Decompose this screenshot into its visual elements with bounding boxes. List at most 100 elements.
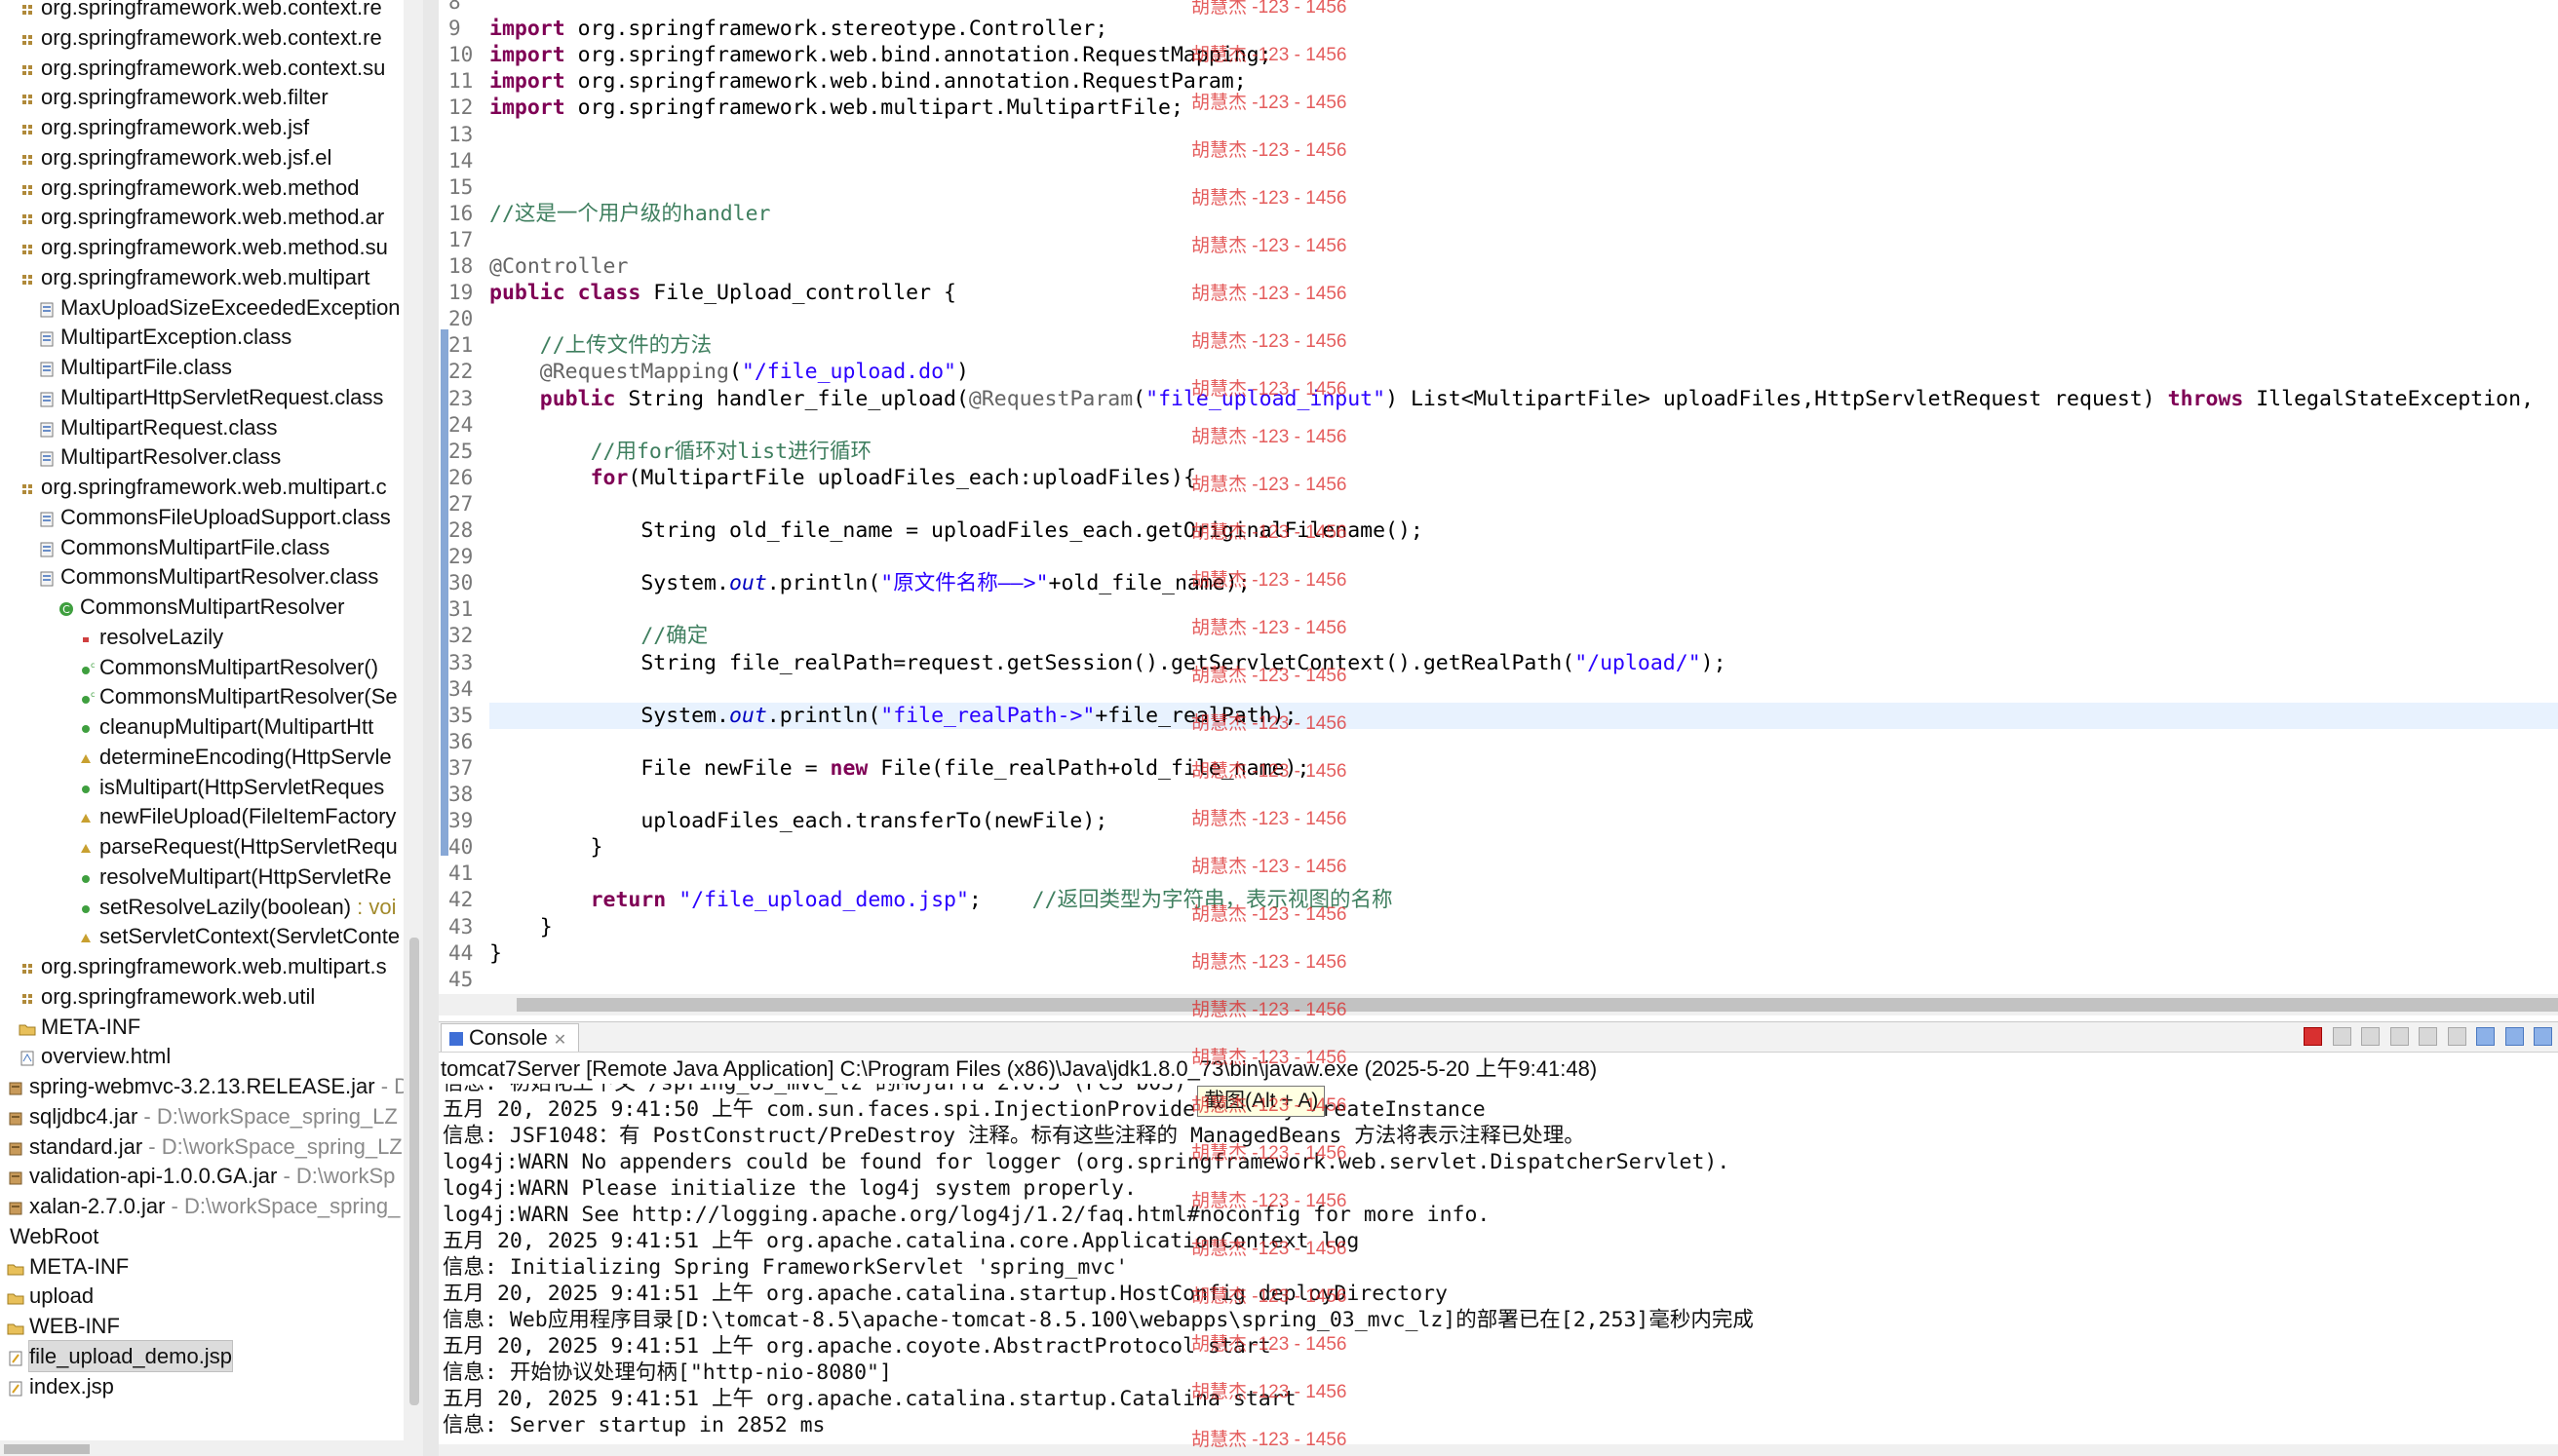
remove-all-terminated-icon[interactable] — [2361, 1027, 2381, 1046]
console-tab-label: Console — [469, 1025, 548, 1050]
tree-item-label: cleanupMultipart(MultipartHtt — [99, 711, 373, 742]
code-line[interactable]: import org.springframework.web.multipart… — [489, 95, 1183, 121]
package-icon — [18, 27, 37, 47]
tree-item-text: CommonsMultipartResolver — [80, 594, 345, 619]
code-token: File newFile = — [489, 755, 831, 781]
code-line[interactable]: //用for循环对list进行循环 — [489, 439, 872, 465]
code-line[interactable]: @RequestMapping("/file_upload.do") — [489, 359, 969, 385]
code-token: .println( — [766, 703, 881, 728]
tree-item-text: org.springframework.web.method — [41, 174, 360, 200]
console-line: 五月 20, 2025 9:41:51 上午 org.apache.catali… — [443, 1282, 1448, 1306]
tree-item-label: MultipartHttpServletRequest.class — [60, 382, 383, 412]
code-line[interactable]: return "/file_upload_demo.jsp"; //返回类型为字… — [489, 887, 1393, 913]
explorer-vertical-scroll-thumb[interactable] — [409, 938, 419, 1405]
code-token: import — [489, 17, 578, 42]
jar-file-icon — [6, 1106, 25, 1126]
code-line[interactable]: String file_realPath=request.getSession(… — [489, 650, 1725, 676]
code-token: "file_realPath->" — [880, 703, 1096, 728]
tree-item-label: org.springframework.web.context.su — [41, 53, 385, 83]
public-method-icon — [76, 866, 96, 886]
code-line[interactable]: System.out.println("原文件名称——>"+old_file_n… — [489, 570, 1250, 596]
code-line[interactable]: File newFile = new File(file_realPath+ol… — [489, 755, 1309, 782]
code-line[interactable]: } — [489, 914, 553, 940]
code-line[interactable]: } — [489, 834, 603, 861]
tree-item-text: MultipartFile.class — [60, 355, 233, 379]
java-editor[interactable]: 8 9 import org.springframework.stereotype.… — [439, 0, 2558, 994]
tree-item-label: META-INF — [29, 1251, 129, 1282]
tree-item-text: META-INF — [29, 1253, 130, 1279]
remove-launch-icon[interactable] — [2332, 1027, 2351, 1046]
pin-console-icon[interactable] — [2476, 1027, 2496, 1046]
code-line[interactable]: import org.springframework.stereotype.Co… — [489, 16, 1107, 42]
code-token: org.springframework.web.bind.annotation.… — [577, 43, 1272, 68]
code-line[interactable]: //这是一个用户级的handler — [489, 201, 771, 227]
code-token: //这是一个用户级的handler — [489, 201, 771, 226]
svg-text:C: C — [62, 603, 70, 616]
code-line[interactable]: @Controller — [489, 253, 628, 280]
code-line[interactable]: } — [489, 940, 502, 967]
code-token: import — [489, 43, 578, 68]
jar-file-icon — [6, 1196, 25, 1215]
tree-item-label: org.springframework.web.multipart — [41, 262, 369, 292]
terminate-icon[interactable] — [2304, 1027, 2323, 1046]
word-wrap-icon[interactable] — [2447, 1027, 2466, 1046]
tab-console[interactable]: Console ✕ — [441, 1023, 580, 1052]
tree-item-label: setServletContext(ServletConte — [99, 921, 400, 951]
code-line[interactable]: String old_file_name = uploadFiles_each.… — [489, 517, 1423, 544]
tree-item-label: CommonsMultipartFile.class — [60, 532, 329, 562]
package-icon — [18, 177, 37, 197]
line-number: 38 — [448, 783, 474, 806]
code-line[interactable]: uploadFiles_each.transferTo(newFile); — [489, 808, 1107, 834]
package-icon — [18, 117, 37, 136]
editor-horizontal-scroll-thumb[interactable] — [517, 998, 2558, 1012]
explorer-horizontal-scroll-thumb[interactable] — [4, 1444, 90, 1454]
tree-item-text: org.springframework.web.context.re — [41, 0, 382, 19]
tree-item-label: WEB-INF — [29, 1311, 120, 1341]
code-token: out — [728, 571, 767, 596]
code-line[interactable]: import org.springframework.web.bind.anno… — [489, 42, 1272, 68]
clear-console-icon[interactable] — [2389, 1027, 2409, 1046]
console-output[interactable]: 信息: 初始化上下文 /spring_03_mvc_lz 的Mojarra 2.… — [441, 1084, 2558, 1444]
close-icon[interactable]: ✕ — [554, 1032, 566, 1049]
tree-item-label: META-INF — [41, 1012, 140, 1042]
console-horizontal-scrollbar[interactable] — [439, 1444, 2558, 1456]
tree-item-text: newFileUpload(FileItemFactory — [99, 804, 397, 829]
jsp-file-icon — [6, 1376, 25, 1396]
tree-item-text: org.springframework.web.multipart.s — [41, 954, 387, 978]
package-icon — [18, 207, 37, 226]
scroll-lock-icon[interactable] — [2419, 1027, 2438, 1046]
code-token: ) — [955, 360, 969, 385]
code-line-current[interactable]: System.out.println("file_realPath->"+fil… — [489, 702, 2558, 729]
code-token: org.springframework.stereotype.Controlle… — [577, 17, 1108, 42]
code-line[interactable]: for(MultipartFile uploadFiles_each:uploa… — [489, 465, 1196, 491]
package-icon — [18, 237, 37, 256]
code-line[interactable]: public class File_Upload_controller { — [489, 280, 956, 306]
view-divider-sash[interactable] — [423, 0, 439, 1456]
line-number: 32 — [448, 624, 474, 648]
code-token: ; — [968, 888, 1032, 913]
protected-method-icon — [76, 806, 96, 825]
code-line[interactable]: public String handler_file_upload(@Reque… — [489, 386, 2546, 412]
code-line[interactable]: //确定 — [489, 623, 708, 649]
display-selected-console-icon[interactable] — [2504, 1027, 2524, 1046]
code-line[interactable]: import org.springframework.web.bind.anno… — [489, 68, 1247, 95]
tree-item-label: newFileUpload(FileItemFactory — [99, 801, 396, 831]
tree-item-text: standard.jar — [29, 1133, 143, 1159]
constructor-icon: c — [76, 686, 96, 706]
line-number: 21 — [448, 333, 474, 358]
package-explorer: org.springframework.web.context.re org.sp… — [0, 0, 404, 1440]
public-method-icon — [76, 716, 96, 736]
tree-item-label: validation-api-1.0.0.GA.jar - D:\workSp — [29, 1161, 395, 1191]
tree-item-text: MultipartException.class — [60, 325, 292, 350]
tree-item-text: resolveLazily — [99, 624, 224, 649]
tree-item-text: CommonsFileUploadSupport.class — [60, 504, 391, 529]
screenshot-tooltip: 截图(Alt + A) — [1197, 1086, 1326, 1117]
code-token: .println( — [766, 571, 881, 596]
line-number: 19 — [448, 281, 474, 305]
open-console-icon[interactable] — [2534, 1027, 2552, 1046]
private-field-icon — [76, 627, 96, 646]
console-tab-bar — [439, 1021, 2558, 1053]
tree-item-label: org.springframework.web.multipart.s — [41, 951, 387, 981]
tree-item-text: CommonsMultipartResolver() — [99, 654, 379, 679]
code-line[interactable]: //上传文件的方法 — [489, 332, 712, 359]
